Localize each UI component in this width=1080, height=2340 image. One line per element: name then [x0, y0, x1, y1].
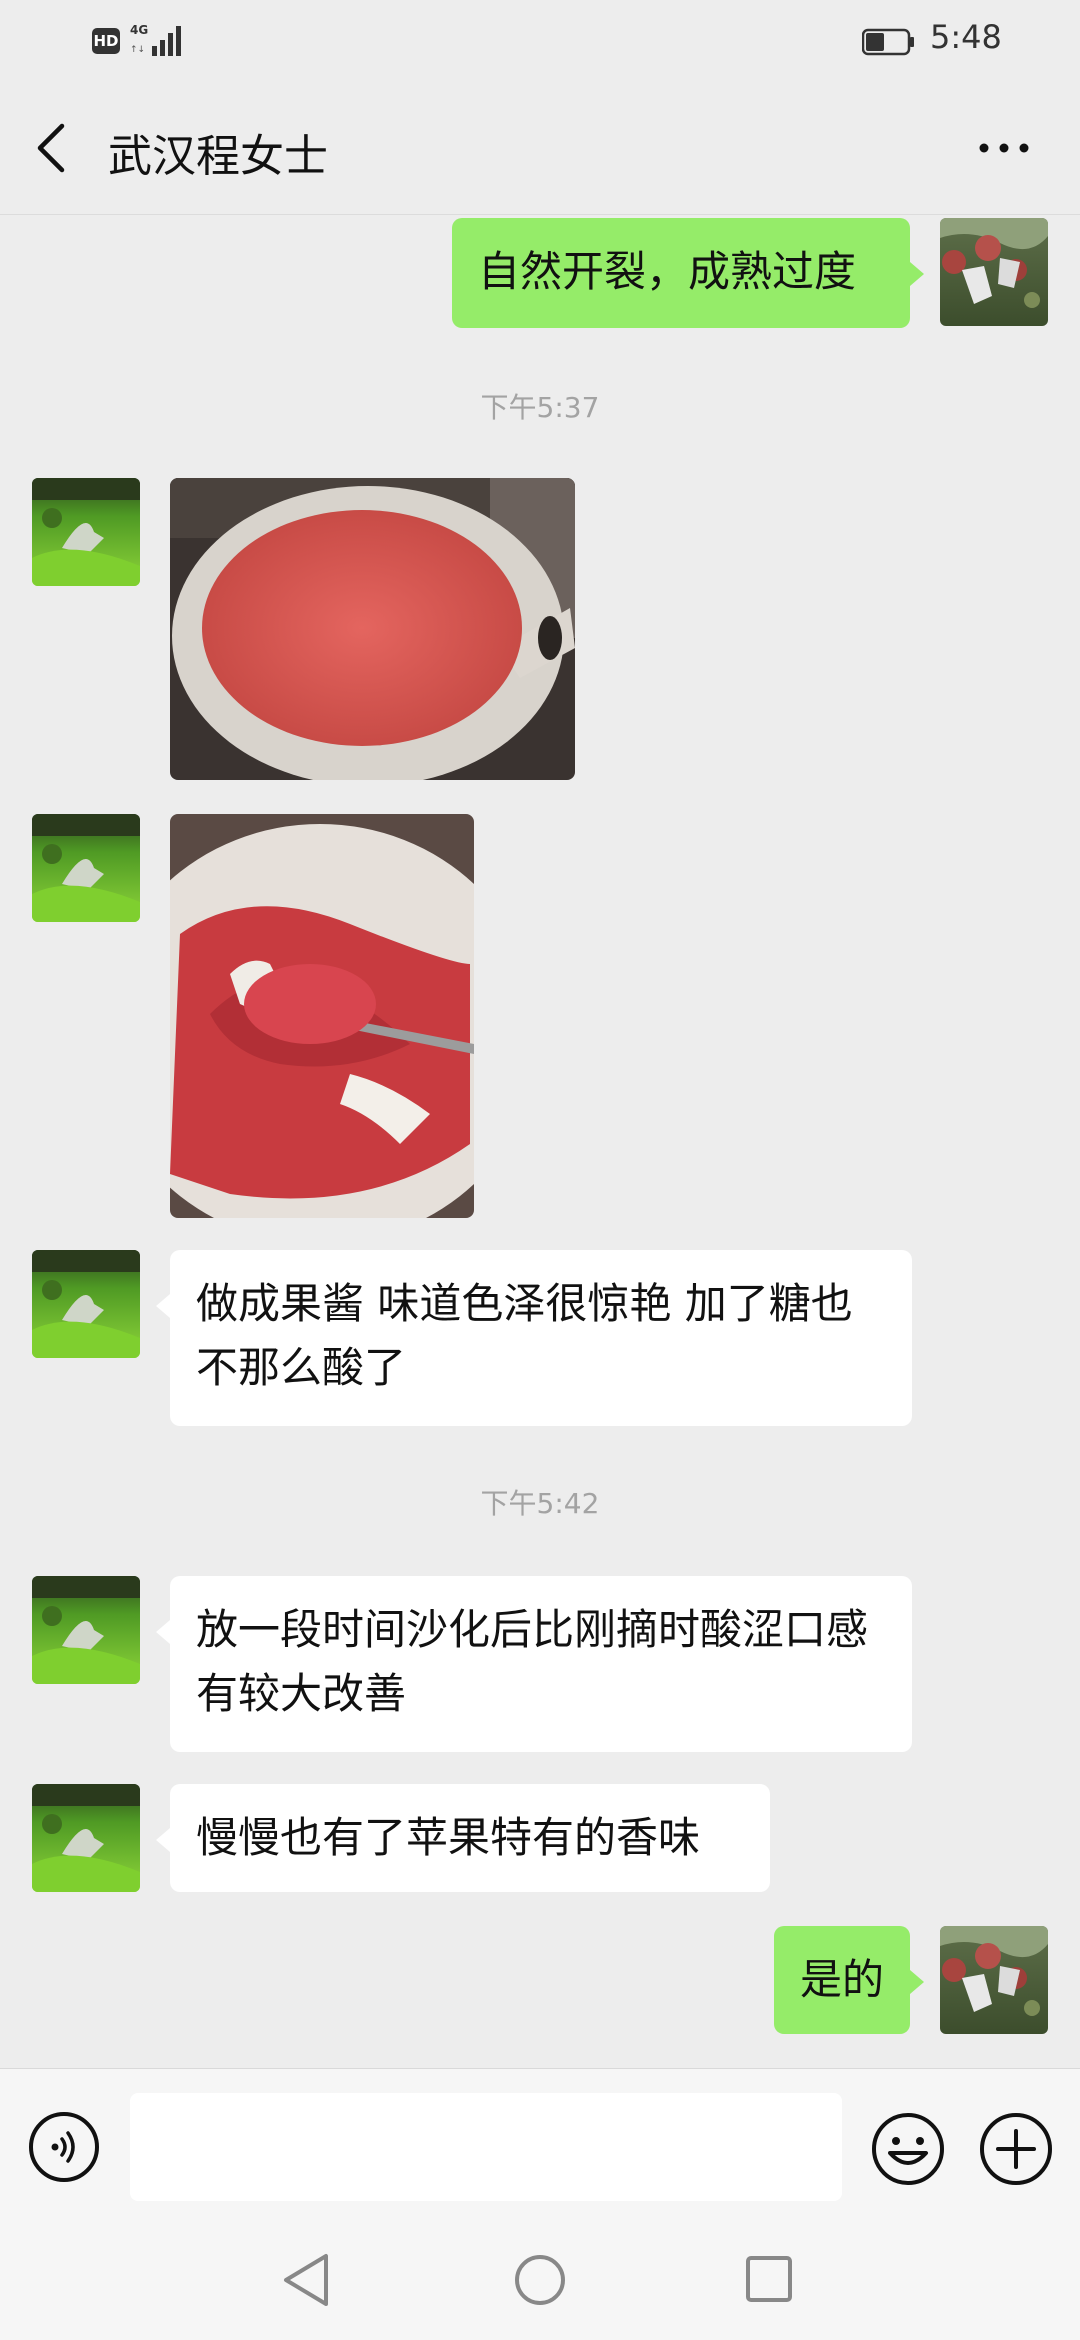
contact-avatar[interactable] [32, 478, 140, 586]
message-bubble[interactable]: 放一段时间沙化后比刚摘时酸涩口感有较大改善 [170, 1576, 912, 1752]
contact-avatar[interactable] [32, 1784, 140, 1892]
hd-badge: HD [92, 28, 120, 54]
nav-recent-icon[interactable] [744, 2254, 794, 2304]
svg-text:↑↓: ↑↓ [130, 45, 145, 55]
nav-home-icon[interactable] [512, 2252, 568, 2308]
bubble-tail [156, 1828, 170, 1852]
jam-in-pan-photo[interactable] [170, 478, 575, 780]
my-avatar[interactable] [940, 218, 1048, 326]
emoji-icon[interactable] [870, 2111, 946, 2187]
battery-icon [862, 28, 914, 56]
network-label: 4G [130, 23, 148, 37]
my-avatar[interactable] [940, 1926, 1048, 2034]
bubble-tail [156, 1294, 170, 1318]
message-bubble[interactable]: 慢慢也有了苹果特有的香味 [170, 1784, 770, 1892]
message-bubble[interactable]: 做成果酱 味道色泽很惊艳 加了糖也不那么酸了 [170, 1250, 912, 1426]
timestamp: 下午5:42 [480, 1487, 600, 1520]
contact-avatar[interactable] [32, 1576, 140, 1684]
status-bar: HD 4G ↑↓ 5:48 [0, 0, 1080, 80]
nav-back-icon[interactable] [282, 2252, 332, 2308]
status-time: 5:48 [930, 18, 1002, 56]
more-icon[interactable] [974, 130, 1034, 166]
voice-icon[interactable] [28, 2111, 100, 2183]
system-nav-bar [0, 2206, 1080, 2340]
jam-on-spoon-photo[interactable] [170, 814, 474, 1218]
message-bubble[interactable]: 自然开裂，成熟过度 [452, 218, 910, 328]
plus-icon[interactable] [978, 2111, 1054, 2187]
chat-title: 武汉程女士 [108, 131, 328, 182]
bubble-tail [156, 1620, 170, 1644]
bubble-tail [910, 1970, 924, 1994]
contact-avatar[interactable] [32, 1250, 140, 1358]
chat-header: 武汉程女士 [0, 80, 1080, 215]
bubble-tail [910, 262, 924, 286]
timestamp: 下午5:37 [480, 391, 600, 424]
back-icon[interactable] [32, 120, 72, 176]
message-input[interactable] [130, 2093, 842, 2201]
input-bar [0, 2068, 1080, 2207]
signal-icon: 4G ↑↓ [130, 23, 181, 56]
contact-avatar[interactable] [32, 814, 140, 922]
message-bubble[interactable]: 是的 [774, 1926, 910, 2034]
